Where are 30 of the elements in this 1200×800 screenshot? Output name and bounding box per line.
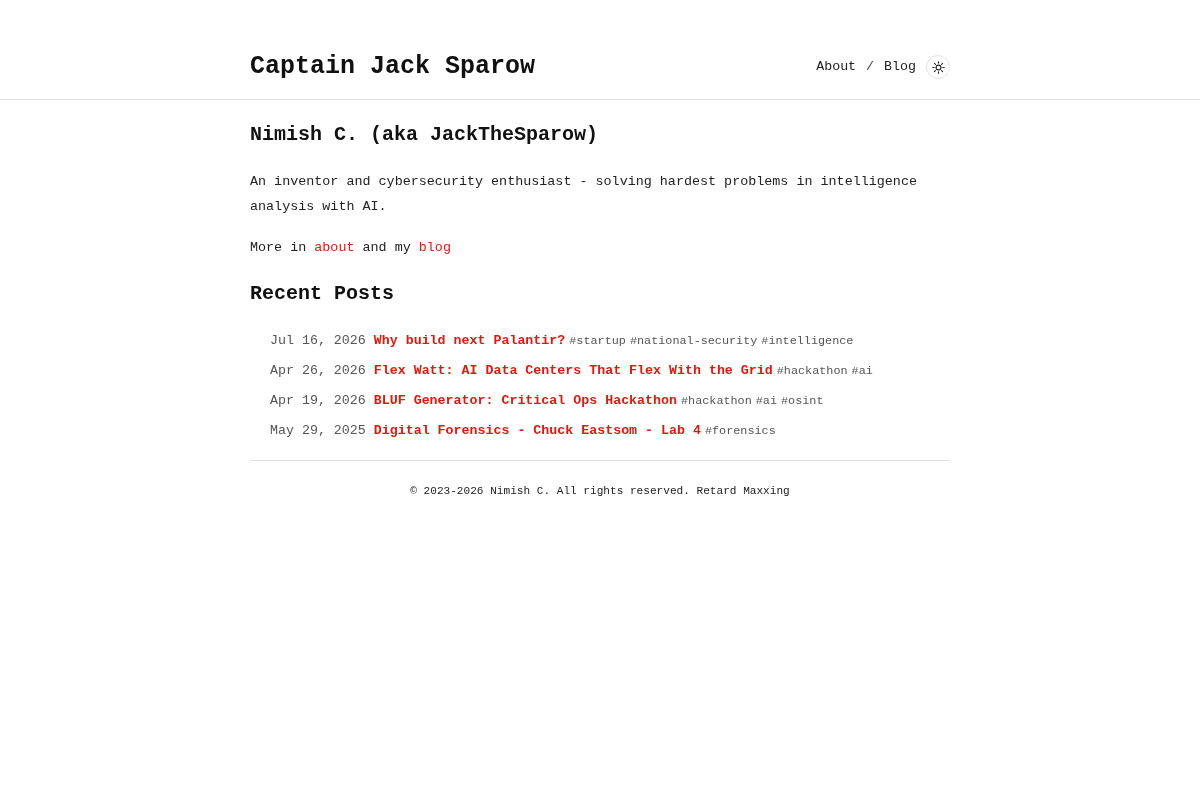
site-title[interactable]: Captain Jack Sparow [250, 50, 536, 84]
copyright-text: © 2023-2026 Nimish C. All rights reserved. Retard Maxxing [409, 484, 791, 499]
nav-link[interactable]: Blog [884, 57, 916, 77]
post-date: Apr 26, 2026 [270, 363, 366, 378]
post-title-link[interactable]: BLUF Generator: Critical Ops Hackathon [373, 393, 677, 408]
tag-link[interactable]: #ai [755, 394, 778, 408]
tag-link[interactable]: #hackathon [776, 364, 848, 378]
post-date: Apr 19, 2026 [270, 393, 366, 408]
tag-link[interactable]: #osint [781, 394, 824, 408]
nav-separator: / [866, 58, 875, 76]
post-title-link[interactable]: Why build next Palantir? [373, 333, 566, 348]
theme-toggle-button[interactable] [926, 55, 950, 79]
tag-link[interactable]: #ai [851, 364, 873, 378]
sun-icon [931, 60, 945, 74]
tag-link[interactable]: #forensics [704, 424, 776, 438]
section-heading: Recent Posts [250, 281, 396, 307]
bio-paragraph: An inventor and cybersecurity enthusiast - solving hardest problems in intelligence analysis with AI. [250, 173, 918, 216]
intro-heading: Nimish C. (aka JackTheSparow) [250, 122, 600, 148]
tag-link[interactable]: #national-security [629, 334, 758, 348]
tag-link[interactable]: #intelligence [761, 334, 854, 348]
inline-link[interactable]: blog [418, 240, 451, 255]
post-title-link[interactable]: Digital Forensics - Chuck Eastsom - Lab 4 [373, 423, 701, 438]
post-title-link[interactable]: Flex Watt: AI Data Centers That Flex With the Grid [373, 363, 773, 378]
inline-link[interactable]: about [314, 240, 355, 255]
nav-link[interactable]: About [816, 57, 857, 77]
more-links-sentence: More in about and my blog [250, 239, 452, 257]
post-date: May 29, 2025 [270, 423, 366, 438]
post-date: Jul 16, 2026 [270, 333, 366, 348]
tag-link[interactable]: #startup [569, 334, 626, 348]
tag-link[interactable]: #hackathon [681, 394, 752, 408]
